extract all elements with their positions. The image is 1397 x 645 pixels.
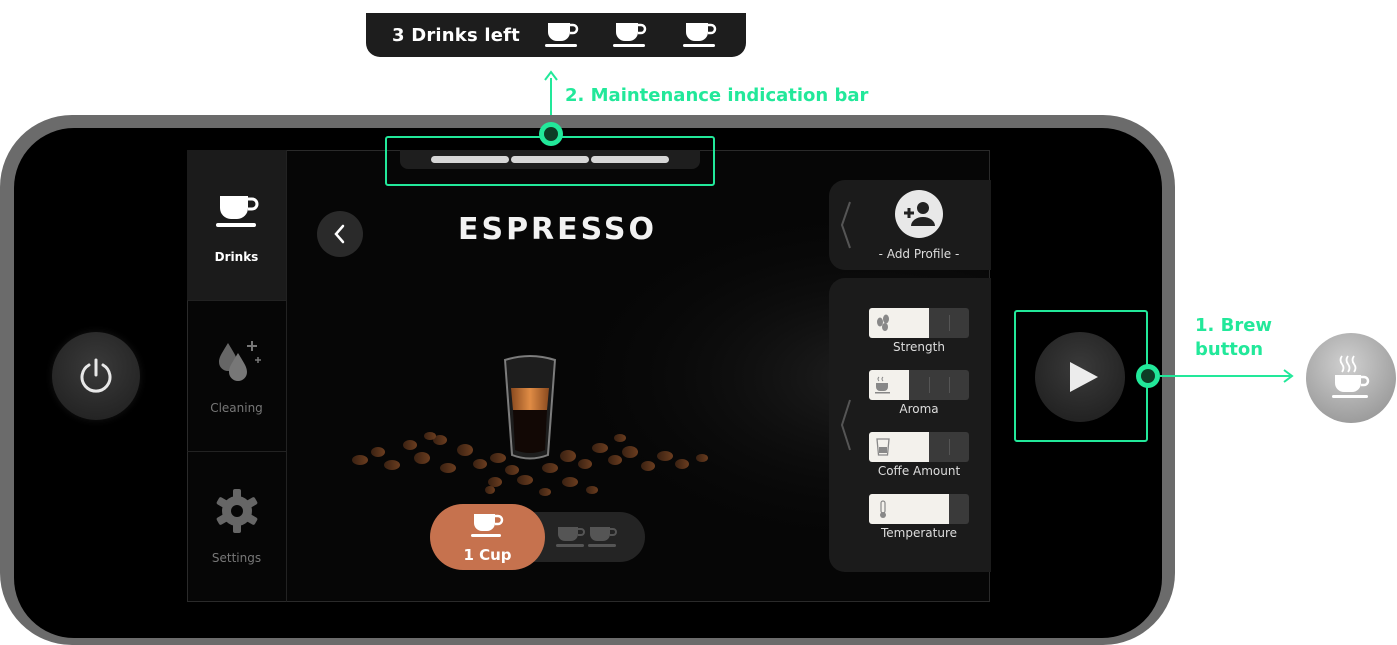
back-button[interactable] <box>317 211 363 257</box>
page-title: ESPRESSO <box>457 212 658 247</box>
brew-annotation-line2: button <box>1195 339 1264 360</box>
arrow-right-icon <box>1283 369 1294 383</box>
cup-icon <box>613 23 647 47</box>
slider-strength[interactable] <box>869 308 969 338</box>
chevron-left-icon[interactable] <box>838 200 852 250</box>
add-profile-button[interactable] <box>895 190 943 238</box>
sidebar-item-settings[interactable]: Settings <box>187 452 286 602</box>
slider-tick <box>949 377 950 393</box>
sidebar-item-drinks[interactable]: Drinks <box>187 150 286 300</box>
slider-label: Strength <box>893 340 945 354</box>
sidebar-item-cleaning[interactable]: Cleaning <box>187 301 286 451</box>
gear-icon <box>216 489 258 533</box>
one-cup-label: 1 Cup <box>463 546 512 564</box>
cup-icon <box>471 514 504 537</box>
add-profile-label: - Add Profile - <box>878 247 960 261</box>
slider-aroma[interactable] <box>869 370 969 400</box>
brew-button[interactable] <box>1035 332 1125 422</box>
maintenance-annotation: 2. Maintenance indication bar <box>565 85 869 106</box>
play-icon <box>1070 362 1098 392</box>
slider-label: Temperature <box>880 526 957 540</box>
drinks-left-text: 3 Drinks left <box>392 24 520 46</box>
water-drops-icon <box>219 341 261 381</box>
cup-icon <box>683 23 717 47</box>
slider-temperature[interactable] <box>869 494 969 524</box>
power-button[interactable] <box>52 332 140 420</box>
steaming-cup-icon <box>1332 355 1370 398</box>
cup-icon <box>216 196 259 227</box>
cup-icon <box>545 23 579 47</box>
one-cup-button[interactable]: 1 Cup <box>430 504 545 570</box>
arrow-up-icon <box>544 70 558 81</box>
thermometer-icon <box>880 500 886 518</box>
annotation-dot <box>1136 364 1160 388</box>
add-user-icon <box>904 202 935 226</box>
slider-tick <box>929 377 930 393</box>
slider-label: Aroma <box>899 402 939 416</box>
chevron-left-icon[interactable] <box>838 398 852 452</box>
coffee-beans-icon <box>877 314 889 331</box>
slider-tick <box>949 439 950 455</box>
steaming-cup-icon <box>875 376 890 394</box>
slider-label: Coffe Amount <box>877 464 961 478</box>
power-icon <box>80 358 112 393</box>
two-cups-button[interactable] <box>556 524 620 550</box>
brew-button-preview <box>1306 333 1396 423</box>
sidebar-item-label: Drinks <box>214 250 259 264</box>
brew-annotation: 1. Brew button <box>1195 314 1272 362</box>
slider-coffe-amount[interactable] <box>869 432 969 462</box>
sidebar: Drinks Cleaning Settings <box>187 150 287 602</box>
brew-annotation-line1: 1. Brew <box>1195 315 1273 336</box>
espresso-image <box>352 355 708 496</box>
slider-tick <box>949 315 950 331</box>
annotation-line <box>1160 375 1290 377</box>
sidebar-item-label: Cleaning <box>210 401 263 415</box>
chevron-left-icon <box>334 224 345 244</box>
annotation-dot <box>539 122 563 146</box>
glass-icon <box>876 438 890 456</box>
sidebar-item-label: Settings <box>211 551 262 565</box>
